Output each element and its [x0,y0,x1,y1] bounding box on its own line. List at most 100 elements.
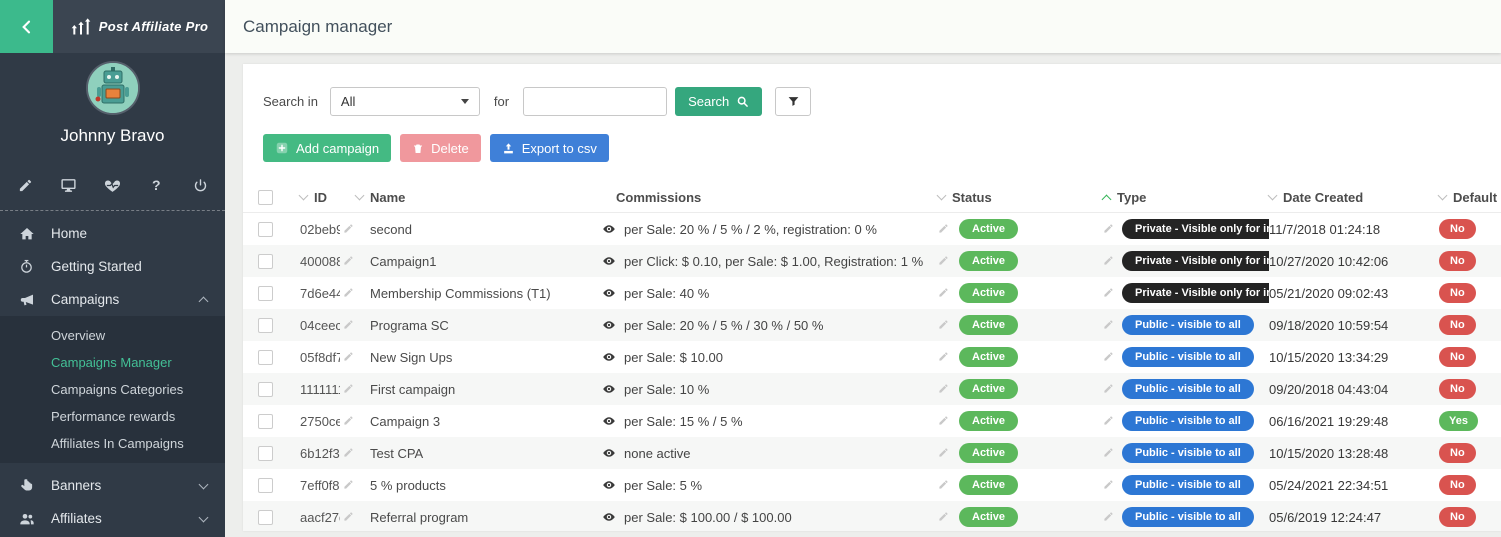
default-badge[interactable]: No [1439,315,1476,335]
default-badge[interactable]: No [1439,507,1476,527]
edit-pencil-icon[interactable] [343,479,355,491]
column-header-type[interactable]: Type [1103,190,1269,205]
eye-icon[interactable] [602,446,616,460]
campaign-name[interactable]: Programa SC [356,318,602,333]
search-button[interactable]: Search [675,87,762,116]
edit-pencil-icon[interactable] [343,511,355,523]
default-badge[interactable]: No [1439,443,1476,463]
eye-icon[interactable] [602,254,616,268]
default-badge[interactable]: No [1439,475,1476,495]
eye-icon[interactable] [602,478,616,492]
status-badge[interactable]: Active [959,283,1018,303]
sidebar-item-affiliates[interactable]: Affiliates [0,502,225,535]
pencil-icon[interactable] [16,176,34,194]
column-header-name[interactable]: Name [356,190,602,205]
edit-pencil-icon[interactable] [1103,479,1115,491]
status-badge[interactable]: Active [959,347,1018,367]
campaign-name[interactable]: Campaign1 [356,254,602,269]
status-badge[interactable]: Active [959,219,1018,239]
edit-pencil-icon[interactable] [938,511,950,523]
edit-pencil-icon[interactable] [938,383,950,395]
row-checkbox[interactable] [258,510,273,525]
campaign-name[interactable]: Membership Commissions (T1) [356,286,602,301]
sidebar-item-campaigns[interactable]: Campaigns [0,283,225,316]
type-badge[interactable]: Public - visible to all [1122,379,1254,399]
row-checkbox[interactable] [258,414,273,429]
collapse-sidebar-button[interactable] [0,0,53,53]
campaign-name[interactable]: Referral program [356,510,602,525]
edit-pencil-icon[interactable] [1103,255,1115,267]
type-badge[interactable]: Private - Visible only for invited [1122,251,1269,271]
eye-icon[interactable] [602,222,616,236]
sidebar-subitem-performance-rewards[interactable]: Performance rewards [0,403,225,430]
filter-button[interactable] [775,87,811,116]
edit-pencil-icon[interactable] [938,447,950,459]
sidebar-subitem-campaigns-manager[interactable]: Campaigns Manager [0,349,225,376]
row-checkbox[interactable] [258,350,273,365]
campaign-name[interactable]: First campaign [356,382,602,397]
edit-pencil-icon[interactable] [343,447,355,459]
status-badge[interactable]: Active [959,379,1018,399]
edit-pencil-icon[interactable] [343,415,355,427]
status-badge[interactable]: Active [959,411,1018,431]
campaign-name[interactable]: New Sign Ups [356,350,602,365]
eye-icon[interactable] [602,350,616,364]
edit-pencil-icon[interactable] [938,223,950,235]
eye-icon[interactable] [602,510,616,524]
type-badge[interactable]: Public - visible to all [1122,507,1254,527]
status-badge[interactable]: Active [959,475,1018,495]
search-input[interactable] [523,87,667,116]
campaign-name[interactable]: 5 % products [356,478,602,493]
edit-pencil-icon[interactable] [1103,415,1115,427]
edit-pencil-icon[interactable] [343,351,355,363]
type-badge[interactable]: Public - visible to all [1122,347,1254,367]
status-badge[interactable]: Active [959,443,1018,463]
default-badge[interactable]: Yes [1439,411,1478,431]
export-csv-button[interactable]: Export to csv [490,134,609,162]
type-badge[interactable]: Public - visible to all [1122,443,1254,463]
edit-pencil-icon[interactable] [1103,351,1115,363]
edit-pencil-icon[interactable] [1103,287,1115,299]
type-badge[interactable]: Public - visible to all [1122,315,1254,335]
edit-pencil-icon[interactable] [1103,319,1115,331]
edit-pencil-icon[interactable] [1103,383,1115,395]
campaign-name[interactable]: Test CPA [356,446,602,461]
edit-pencil-icon[interactable] [938,479,950,491]
eye-icon[interactable] [602,414,616,428]
type-badge[interactable]: Private - Visible only for invited [1122,219,1269,239]
avatar[interactable] [86,61,140,115]
default-badge[interactable]: No [1439,219,1476,239]
edit-pencil-icon[interactable] [938,351,950,363]
eye-icon[interactable] [602,382,616,396]
row-checkbox[interactable] [258,382,273,397]
sidebar-subitem-campaigns-categories[interactable]: Campaigns Categories [0,376,225,403]
default-badge[interactable]: No [1439,283,1476,303]
sidebar-item-getting-started[interactable]: Getting Started [0,250,225,283]
heartbeat-icon[interactable] [104,176,122,194]
row-checkbox[interactable] [258,478,273,493]
row-checkbox[interactable] [258,222,273,237]
edit-pencil-icon[interactable] [1103,511,1115,523]
row-checkbox[interactable] [258,446,273,461]
delete-button[interactable]: Delete [400,134,481,162]
sidebar-subitem-overview[interactable]: Overview [0,322,225,349]
type-badge[interactable]: Public - visible to all [1122,475,1254,495]
help-icon[interactable]: ? [147,176,165,194]
edit-pencil-icon[interactable] [938,319,950,331]
type-badge[interactable]: Public - visible to all [1122,411,1254,431]
add-campaign-button[interactable]: Add campaign [263,134,391,162]
column-header-commissions[interactable]: Commissions [602,190,938,205]
power-icon[interactable] [191,176,209,194]
edit-pencil-icon[interactable] [938,255,950,267]
type-badge[interactable]: Private - Visible only for invited [1122,283,1269,303]
edit-pencil-icon[interactable] [343,223,355,235]
edit-pencil-icon[interactable] [343,319,355,331]
row-checkbox[interactable] [258,254,273,269]
edit-pencil-icon[interactable] [938,415,950,427]
edit-pencil-icon[interactable] [938,287,950,299]
edit-pencil-icon[interactable] [343,383,355,395]
campaign-name[interactable]: second [356,222,602,237]
default-badge[interactable]: No [1439,251,1476,271]
column-header-date-created[interactable]: Date Created [1269,190,1439,205]
sidebar-subitem-affiliates-in-campaigns[interactable]: Affiliates In Campaigns [0,430,225,457]
